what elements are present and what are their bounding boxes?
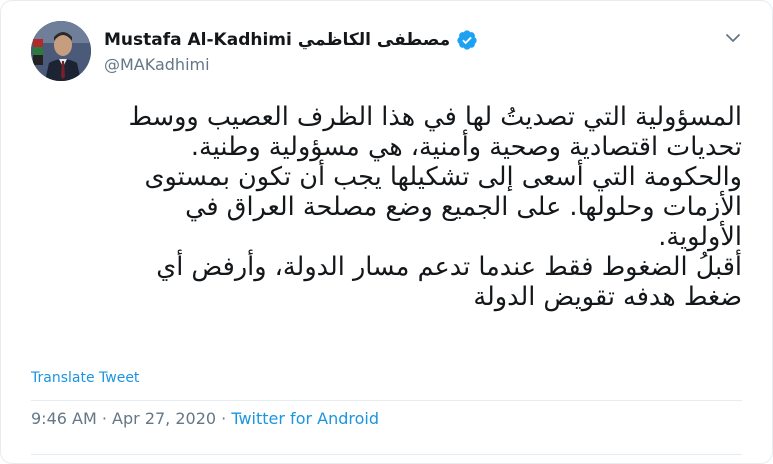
tweet-line: ضغط هدفه تقويض الدولة bbox=[473, 282, 742, 312]
tweet-line: الأولوية. bbox=[658, 222, 742, 252]
tweet-source-link[interactable]: Twitter for Android bbox=[231, 409, 379, 428]
avatar-image bbox=[31, 21, 91, 81]
author-name-row[interactable]: Mustafa Al-Kadhimi مصطفى الكاظمي bbox=[104, 27, 478, 53]
author-handle[interactable]: @MAKadhimi bbox=[104, 55, 210, 74]
meta-separator: · bbox=[221, 409, 227, 428]
tweet-card: Mustafa Al-Kadhimi مصطفى الكاظمي @MAKadh… bbox=[0, 0, 773, 464]
tweet-line: المسؤولية التي تصديتُ لها في هذا الظرف ا… bbox=[128, 102, 742, 132]
divider bbox=[31, 400, 742, 401]
avatar[interactable] bbox=[31, 21, 91, 81]
author-name[interactable]: Mustafa Al-Kadhimi bbox=[104, 30, 292, 50]
tweet-meta: 9:46 AM · Apr 27, 2020 · Twitter for And… bbox=[31, 409, 379, 428]
translate-tweet-link[interactable]: Translate Tweet bbox=[31, 370, 139, 386]
chevron-down-icon[interactable] bbox=[724, 29, 742, 47]
meta-separator: · bbox=[101, 409, 107, 428]
divider bbox=[31, 454, 742, 455]
tweet-date[interactable]: Apr 27, 2020 bbox=[112, 409, 216, 428]
tweet-line: تحديات اقتصادية وصحية وأمنية، هي مسؤولية… bbox=[190, 132, 742, 162]
tweet-line: الأزمات وحلولها. على الجميع وضع مصلحة ال… bbox=[185, 192, 742, 222]
verified-badge-icon bbox=[456, 29, 478, 51]
tweet-time[interactable]: 9:46 AM bbox=[31, 409, 97, 428]
tweet-line: والحكومة التي أسعى إلى تشكيلها يجب أن تك… bbox=[144, 162, 742, 192]
author-name-arabic[interactable]: مصطفى الكاظمي bbox=[298, 30, 450, 50]
tweet-text: المسؤولية التي تصديتُ لها في هذا الظرف ا… bbox=[31, 102, 742, 312]
tweet-line: أقبلُ الضغوط فقط عندما تدعم مسار الدولة،… bbox=[156, 252, 742, 282]
